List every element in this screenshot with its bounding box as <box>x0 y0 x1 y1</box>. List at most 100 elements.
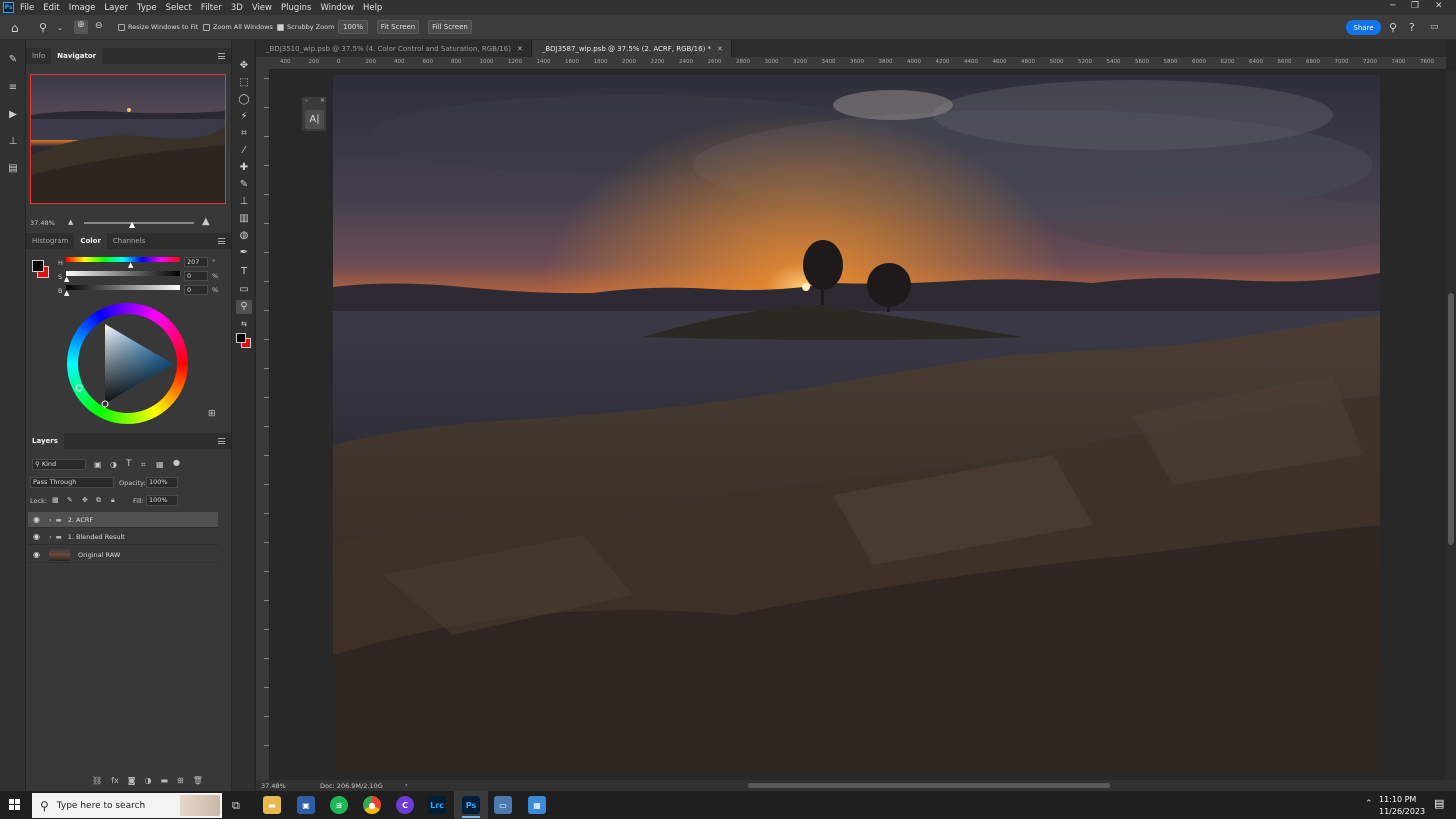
saturation-slider-thumb[interactable]: ▲ <box>64 275 69 283</box>
chrome-icon[interactable]: ● <box>363 796 381 814</box>
add-swatch-icon[interactable]: ⊞ <box>208 409 216 419</box>
document-tab-active[interactable]: _BDJ3587_wip.psb @ 37.5% (2. ACRF, RGB/1… <box>531 40 732 57</box>
share-button[interactable]: Share <box>1346 20 1381 35</box>
floating-character-panel[interactable]: » ✕ A| <box>301 96 327 132</box>
zoom-100-button[interactable]: 100% <box>338 20 368 34</box>
healing-brush-tool-icon[interactable]: ✚ <box>236 161 252 175</box>
chevron-down-icon[interactable]: ⌄ <box>57 24 63 32</box>
document-tab[interactable]: _BDJ3510_wip.psb @ 37.5% (4. Color Contr… <box>256 40 532 57</box>
zoom-out-small-icon[interactable]: ▲ <box>68 218 73 226</box>
blend-mode-select[interactable]: Pass Through <box>30 477 114 488</box>
zoom-out-icon[interactable]: ⊖ <box>95 21 103 31</box>
chevron-up-icon[interactable]: ⌃ <box>1365 799 1373 809</box>
lasso-tool-icon[interactable]: ◯ <box>236 93 252 107</box>
windows-start-icon[interactable] <box>9 799 21 811</box>
brightness-slider-thumb[interactable]: ▲ <box>64 289 69 297</box>
color-triangle[interactable] <box>67 303 188 424</box>
menu-3d[interactable]: 3D <box>231 3 243 13</box>
tab-layers[interactable]: Layers <box>26 433 64 449</box>
scrubby-zoom-checkbox[interactable]: Scrubby Zoom <box>277 23 334 31</box>
canvas-image[interactable] <box>333 75 1380 774</box>
close-tab-icon[interactable]: ✕ <box>517 45 523 53</box>
menu-select[interactable]: Select <box>166 3 192 13</box>
scrubby-zoom-box[interactable] <box>277 23 284 31</box>
resize-windows-checkbox[interactable]: Resize Windows to Fit <box>118 23 198 31</box>
close-tab-icon[interactable]: ✕ <box>717 45 723 53</box>
crop-tool-icon[interactable]: ⌗ <box>236 127 252 141</box>
taskbar-search-box[interactable]: ⚲ Type here to search <box>32 793 222 818</box>
horizontal-ruler[interactable]: 400 200 0 200 400 600 800 1000 1200 1400 1600 1800 2… <box>270 57 1446 70</box>
zoom-all-box[interactable] <box>203 23 210 31</box>
tab-info[interactable]: Info <box>26 48 51 64</box>
type-tool-icon[interactable]: T <box>236 265 252 279</box>
menu-filter[interactable]: Filter <box>201 3 222 13</box>
layer-filter-kind-select[interactable]: ⚲ Kind <box>32 459 86 470</box>
gradient-tool-icon[interactable]: ▥ <box>236 212 252 226</box>
vertical-scrollbar-thumb[interactable] <box>1448 293 1454 545</box>
minimize-icon[interactable]: ─ <box>1390 1 1395 11</box>
zoom-all-checkbox[interactable]: Zoom All Windows <box>203 23 273 31</box>
hue-slider-thumb[interactable]: ▲ <box>128 261 133 269</box>
add-mask-icon[interactable]: ◙ <box>128 776 136 785</box>
search-icon[interactable]: ⚲ <box>1389 21 1397 34</box>
spotify-icon[interactable]: ≋ <box>330 796 348 814</box>
menu-layer[interactable]: Layer <box>104 3 128 13</box>
chevron-right-icon[interactable]: › <box>49 516 52 524</box>
tab-color[interactable]: Color <box>74 233 107 249</box>
blur-tool-icon[interactable]: ◍ <box>236 229 252 243</box>
navigator-zoom-value[interactable]: 37.48% <box>30 219 55 227</box>
toolbar-foreground-swatch[interactable] <box>236 333 246 343</box>
resize-windows-box[interactable] <box>118 23 125 31</box>
photoshop-taskbar-icon[interactable]: Ps <box>462 796 480 814</box>
layer-row[interactable]: ◉ Original RAW <box>28 547 218 563</box>
menu-image[interactable]: Image <box>69 3 96 13</box>
character-panel-icon[interactable]: A| <box>305 110 324 129</box>
navigator-thumbnail[interactable] <box>30 74 226 204</box>
move-tool-icon[interactable]: ✥ <box>236 59 252 73</box>
foreground-color-swatch[interactable] <box>32 260 44 272</box>
cursor-app-icon[interactable]: C <box>396 796 414 814</box>
calculator-icon[interactable]: ▦ <box>528 796 546 814</box>
workspace-icon[interactable]: ▭ <box>1430 22 1439 32</box>
restore-icon[interactable]: ❐ <box>1411 1 1419 11</box>
rectangle-tool-icon[interactable]: ▭ <box>236 283 252 297</box>
vertical-ruler[interactable] <box>256 70 270 780</box>
ruler-corner[interactable] <box>256 57 270 70</box>
swap-colors-icon[interactable]: ⇆ <box>236 317 252 331</box>
fit-screen-button[interactable]: Fit Screen <box>377 20 419 34</box>
tab-histogram[interactable]: Histogram <box>26 233 74 249</box>
clone-stamp-tool-icon[interactable]: ⊥ <box>236 195 252 209</box>
actions-play-icon[interactable]: ▶ <box>5 109 21 123</box>
adjustment-layer-icon[interactable]: ◑ <box>144 776 151 785</box>
saturation-slider[interactable] <box>66 271 180 276</box>
lock-transparent-icon[interactable]: ▩ <box>52 496 59 504</box>
panel-menu-icon[interactable] <box>218 238 225 244</box>
shape-filter-icon[interactable]: ⌗ <box>141 460 146 470</box>
new-group-icon[interactable]: ▬ <box>160 776 168 785</box>
delete-layer-icon[interactable]: 🗑︎ <box>193 776 203 785</box>
visibility-eye-icon[interactable]: ◉ <box>33 515 43 524</box>
link-layers-icon[interactable]: ⛓︎ <box>92 776 102 785</box>
home-icon[interactable]: ⌂ <box>11 21 19 35</box>
layer-style-fx-icon[interactable]: fx <box>111 776 119 785</box>
brush-presets-icon[interactable]: ✎ <box>5 54 21 68</box>
close-icon[interactable]: ✕ <box>320 97 325 104</box>
horizontal-scrollbar-thumb[interactable] <box>748 783 1110 788</box>
pen-tool-icon[interactable]: ✒︎ <box>236 246 252 260</box>
visibility-eye-icon[interactable]: ◉ <box>33 550 43 559</box>
history-icon[interactable]: ▤ <box>5 163 21 177</box>
notifications-icon[interactable]: ▤ <box>1434 797 1444 810</box>
menu-window[interactable]: Window <box>320 3 354 13</box>
filter-toggle-icon[interactable]: ● <box>173 458 180 467</box>
menu-file[interactable]: File <box>20 3 34 13</box>
hue-value-field[interactable]: 207 <box>184 257 208 267</box>
adjustments-icon[interactable]: ≡ <box>5 82 21 96</box>
lock-position-icon[interactable]: ✥ <box>82 496 88 504</box>
hue-slider[interactable] <box>66 257 180 262</box>
layer-row[interactable]: ◉ › ▬ 1. Blended Result <box>28 529 218 545</box>
saturation-value-field[interactable]: 0 <box>184 271 208 281</box>
zoom-tool-icon[interactable]: ⚲ <box>236 300 252 314</box>
lock-pixels-icon[interactable]: ✎ <box>67 496 73 504</box>
smart-object-filter-icon[interactable]: ▦ <box>156 460 164 469</box>
brightness-slider[interactable] <box>66 285 180 290</box>
